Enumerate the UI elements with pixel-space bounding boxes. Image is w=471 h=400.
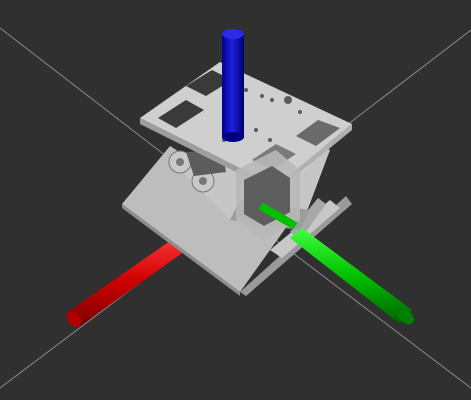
- scene[interactable]: [0, 0, 471, 400]
- z-axis: [222, 29, 244, 142]
- 3d-viewport[interactable]: [0, 0, 471, 400]
- y-axis: [258, 202, 414, 325]
